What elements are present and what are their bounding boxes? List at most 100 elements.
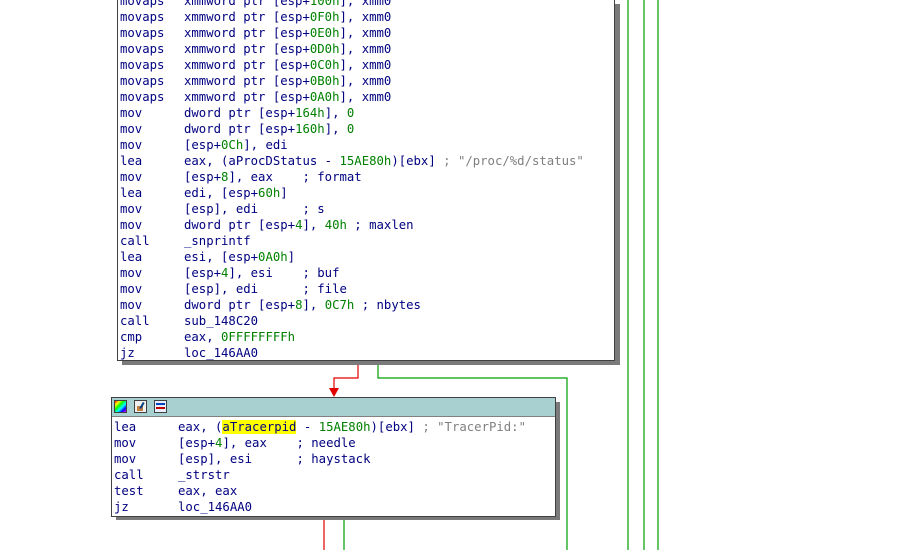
highlighted-symbol[interactable]: aTracerpid bbox=[222, 420, 297, 434]
asm-operands: _strstr bbox=[178, 467, 230, 483]
asm-line[interactable]: lea eax, (aTracerpid - 15AE80h)[ebx] ; "T… bbox=[112, 419, 555, 435]
asm-line[interactable]: movaps xmmword ptr [esp+0F0h], xmm0 bbox=[118, 9, 614, 25]
asm-line[interactable]: mov [esp+8], eax ; format bbox=[118, 169, 614, 185]
asm-line[interactable]: jz loc_146AA0 bbox=[118, 345, 614, 361]
asm-operands: edi, [esp+60h] bbox=[184, 185, 288, 201]
asm-number: 0Ch bbox=[221, 138, 244, 152]
asm-mnemonic: mov bbox=[120, 282, 143, 296]
asm-operands: eax, eax bbox=[178, 483, 237, 499]
arrow-head-icon bbox=[329, 388, 339, 397]
asm-number: 0 bbox=[346, 122, 355, 136]
asm-number: 0F0h bbox=[309, 10, 340, 24]
asm-token: dword ptr [esp+ bbox=[184, 298, 296, 312]
asm-mnemonic: jz bbox=[114, 500, 129, 514]
asm-operands: _snprintf bbox=[184, 233, 251, 249]
asm-token: xmmword ptr [esp+ bbox=[184, 90, 310, 104]
asm-token: eax, eax bbox=[178, 484, 238, 498]
asm-number: 0C7h bbox=[324, 298, 355, 312]
asm-mnemonic: call bbox=[114, 468, 144, 482]
asm-line[interactable]: mov dword ptr [esp+160h], 0 bbox=[118, 121, 614, 137]
asm-line[interactable]: movaps xmmword ptr [esp+0D0h], xmm0 bbox=[118, 41, 614, 57]
asm-line[interactable]: call _snprintf bbox=[118, 233, 614, 249]
asm-token: xmmword ptr [esp+ bbox=[184, 0, 310, 8]
asm-line[interactable]: mov [esp+0Ch], edi bbox=[118, 137, 614, 153]
asm-mnemonic: movaps bbox=[120, 10, 165, 24]
asm-line[interactable]: mov [esp], edi ; file bbox=[118, 281, 614, 297]
asm-line[interactable]: mov dword ptr [esp+8], 0C7h ; nbytes bbox=[118, 297, 614, 313]
asm-token: ] bbox=[280, 186, 288, 200]
asm-line[interactable]: test eax, eax bbox=[112, 483, 555, 499]
asm-number: 40h bbox=[324, 218, 347, 232]
asm-token: ], edi bbox=[243, 138, 288, 152]
asm-token: ], bbox=[302, 218, 325, 232]
asm-line[interactable]: movaps xmmword ptr [esp+0A0h], xmm0 bbox=[118, 89, 614, 105]
asm-line[interactable]: cmp eax, 0FFFFFFFFh bbox=[118, 329, 614, 345]
asm-line[interactable]: lea esi, [esp+0A0h] bbox=[118, 249, 614, 265]
asm-mnemonic: movaps bbox=[120, 90, 165, 104]
graph-view-icon[interactable] bbox=[154, 400, 167, 413]
edge-block1-to-block2 bbox=[333, 365, 359, 390]
asm-number: 160h bbox=[295, 122, 325, 136]
asm-token: )[ebx] bbox=[391, 154, 444, 168]
edit-node-icon[interactable] bbox=[134, 400, 147, 413]
asm-number: 15AE80h bbox=[339, 154, 392, 168]
asm-mnemonic: jz bbox=[120, 346, 135, 360]
asm-token: ], esi ; buf bbox=[228, 266, 340, 280]
asm-line[interactable]: mov [esp], edi ; s bbox=[118, 201, 614, 217]
asm-token: ], xmm0 bbox=[339, 42, 392, 56]
asm-token: loc_146AA0 bbox=[184, 346, 259, 360]
asm-token: dword ptr [esp+ bbox=[184, 218, 296, 232]
asm-number: 0A0h bbox=[309, 90, 340, 104]
asm-number: 0A0h bbox=[258, 250, 288, 264]
asm-token: ], xmm0 bbox=[339, 74, 392, 88]
asm-operands: dword ptr [esp+4], 40h ; maxlen bbox=[184, 217, 414, 233]
asm-token: eax, ( bbox=[178, 420, 223, 434]
asm-line[interactable]: call _strstr bbox=[112, 467, 555, 483]
asm-operands: xmmword ptr [esp+100h], xmm0 bbox=[184, 0, 391, 9]
asm-line[interactable]: mov [esp+4], eax ; needle bbox=[112, 435, 555, 451]
asm-line[interactable]: mov dword ptr [esp+4], 40h ; maxlen bbox=[118, 217, 614, 233]
asm-token: [esp+ bbox=[184, 138, 222, 152]
asm-operands: xmmword ptr [esp+0F0h], xmm0 bbox=[184, 9, 391, 25]
asm-operands: xmmword ptr [esp+0D0h], xmm0 bbox=[184, 41, 391, 57]
asm-line[interactable]: mov [esp+4], esi ; buf bbox=[118, 265, 614, 281]
asm-line[interactable]: lea eax, (aProcDStatus - 15AE80h)[ebx] ; … bbox=[118, 153, 614, 169]
asm-number: 0FFFFFFFFh bbox=[221, 330, 296, 344]
asm-operands: xmmword ptr [esp+0E0h], xmm0 bbox=[184, 25, 391, 41]
asm-operands: dword ptr [esp+160h], 0 bbox=[184, 121, 354, 137]
asm-token: ], xmm0 bbox=[339, 90, 392, 104]
code-block-1[interactable]: movaps xmmword ptr [esp+100h], xmm0 movaps… bbox=[117, 0, 615, 361]
asm-comment: ; "/proc/%d/status" bbox=[443, 154, 584, 168]
asm-line[interactable]: movaps xmmword ptr [esp+100h], xmm0 bbox=[118, 0, 614, 9]
asm-number: 0E0h bbox=[309, 26, 340, 40]
asm-token: _snprintf bbox=[184, 234, 251, 248]
asm-mnemonic: movaps bbox=[120, 26, 165, 40]
asm-token: ], bbox=[324, 122, 347, 136]
asm-line[interactable]: movaps xmmword ptr [esp+0C0h], xmm0 bbox=[118, 57, 614, 73]
asm-token: loc_146AA0 bbox=[178, 500, 253, 514]
asm-line[interactable]: jz loc_146AA0 bbox=[112, 499, 555, 515]
asm-line[interactable]: call sub_148C20 bbox=[118, 313, 614, 329]
asm-line[interactable]: movaps xmmword ptr [esp+0E0h], xmm0 bbox=[118, 25, 614, 41]
asm-token: xmmword ptr [esp+ bbox=[184, 26, 310, 40]
asm-token: esi, [esp+ bbox=[184, 250, 259, 264]
asm-operands: sub_148C20 bbox=[184, 313, 258, 329]
asm-token: dword ptr [esp+ bbox=[184, 122, 296, 136]
asm-token: ; nbytes bbox=[354, 298, 421, 312]
asm-mnemonic: mov bbox=[120, 202, 143, 216]
asm-mnemonic: lea bbox=[120, 186, 143, 200]
asm-mnemonic: call bbox=[120, 314, 150, 328]
asm-operands: loc_146AA0 bbox=[178, 499, 252, 515]
asm-token: _strstr bbox=[178, 468, 230, 482]
asm-line[interactable]: lea edi, [esp+60h] bbox=[118, 185, 614, 201]
asm-token: ], xmm0 bbox=[339, 10, 392, 24]
asm-number: 0C0h bbox=[309, 58, 340, 72]
asm-number: 100h bbox=[309, 0, 340, 8]
color-palette-icon[interactable] bbox=[114, 400, 127, 413]
asm-line[interactable]: movaps xmmword ptr [esp+0B0h], xmm0 bbox=[118, 73, 614, 89]
asm-line[interactable]: mov [esp], esi ; haystack bbox=[112, 451, 555, 467]
asm-mnemonic: mov bbox=[120, 138, 143, 152]
asm-line[interactable]: mov dword ptr [esp+164h], 0 bbox=[118, 105, 614, 121]
code-block-2[interactable]: lea eax, (aTracerpid - 15AE80h)[ebx] ; "T… bbox=[111, 397, 556, 517]
asm-operands: [esp], esi ; haystack bbox=[178, 451, 371, 467]
